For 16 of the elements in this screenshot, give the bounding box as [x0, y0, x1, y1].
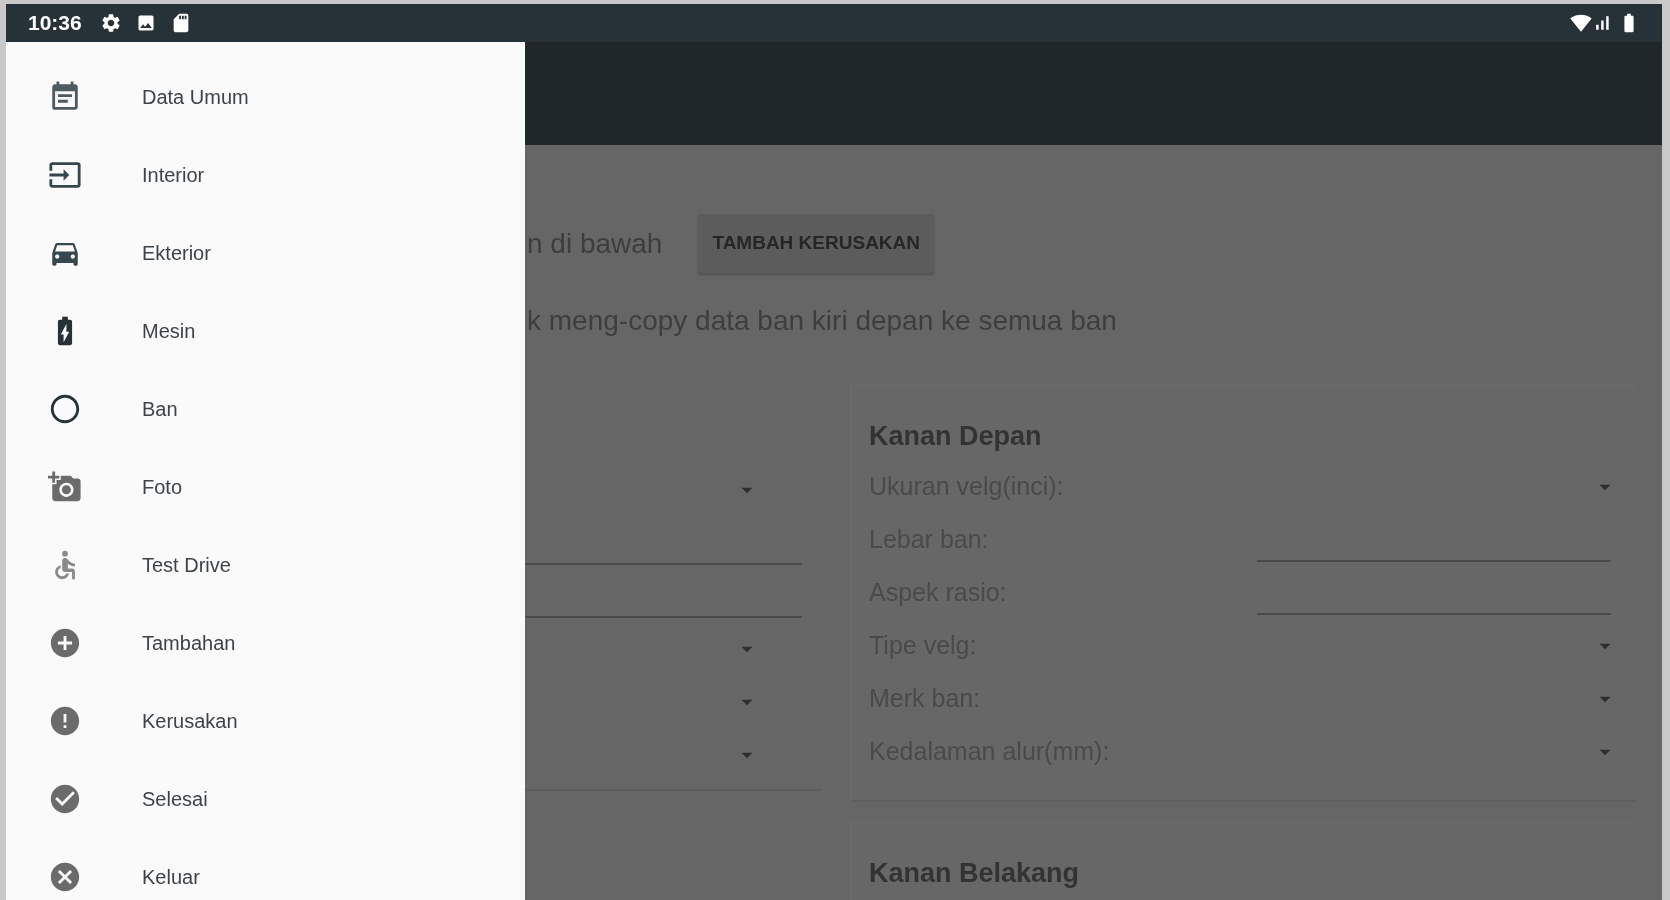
drawer-item[interactable]: Foto [6, 448, 525, 526]
drawer-item[interactable]: Interior [6, 136, 525, 214]
drawer-item[interactable]: Keluar [6, 838, 525, 900]
add-camera-icon [48, 470, 82, 504]
drawer-item[interactable]: Tambahan [6, 604, 525, 682]
drawer-item[interactable]: Ban [6, 370, 525, 448]
drawer-item[interactable]: Test Drive [6, 526, 525, 604]
settings-icon [99, 12, 122, 34]
drawer-item[interactable]: Kerusakan [6, 682, 525, 760]
drawer-item[interactable]: Mesin [6, 292, 525, 370]
drawer-item[interactable]: Data Umum [6, 58, 525, 136]
drawer-item[interactable]: Ekterior [6, 214, 525, 292]
wifi-icon [1570, 12, 1592, 34]
status-time: 10:36 [28, 10, 82, 37]
ring-icon [48, 392, 82, 426]
drawer-item[interactable]: Selesai [6, 760, 525, 838]
